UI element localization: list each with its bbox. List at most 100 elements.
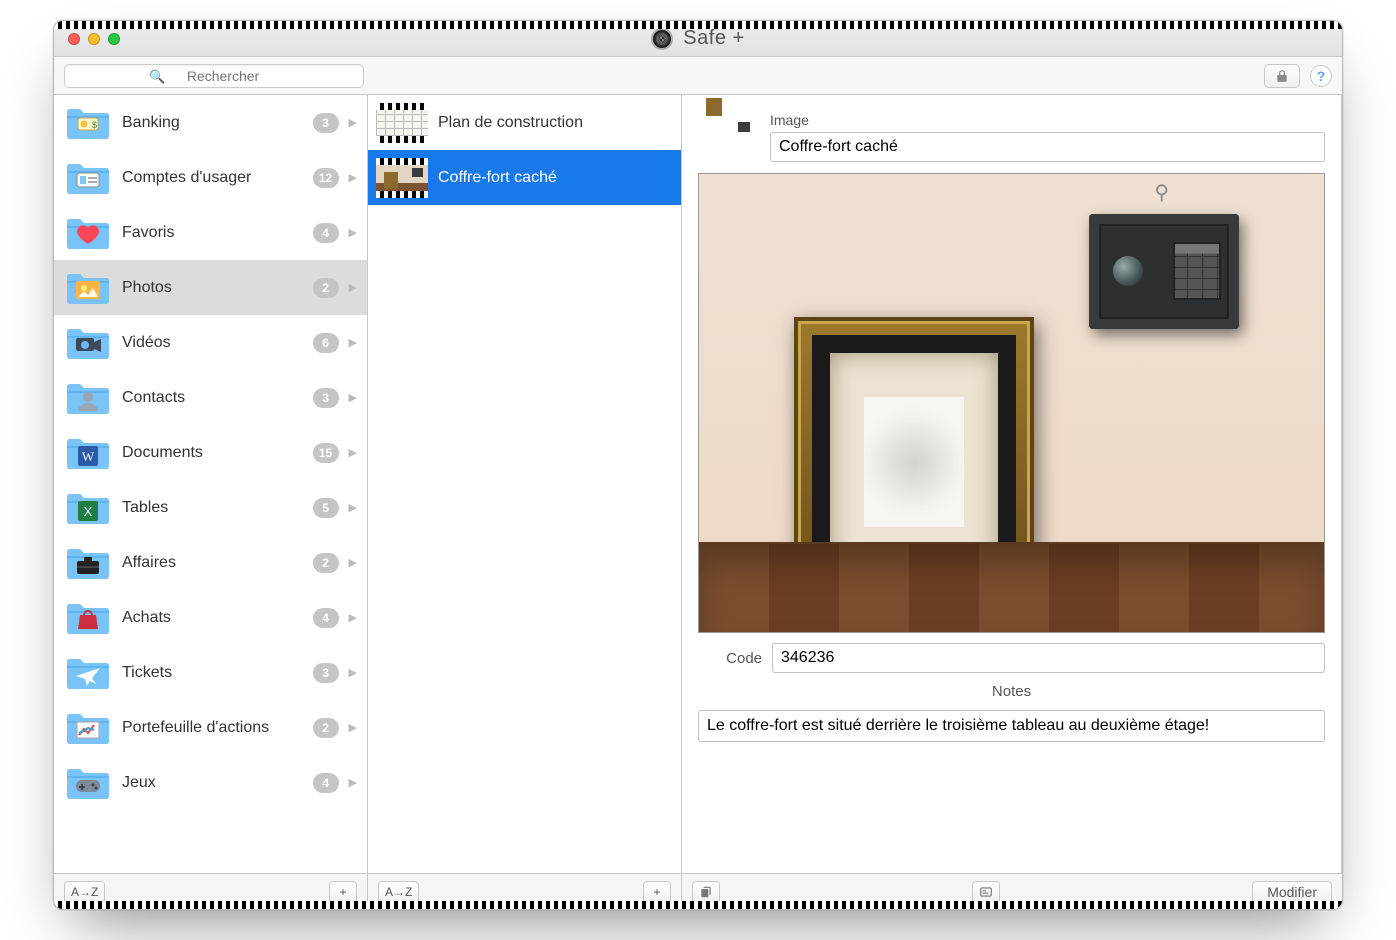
folder-icon (64, 324, 112, 362)
app-icon (651, 28, 673, 50)
chevron-right-icon: ▶ (349, 226, 357, 239)
item-label: Plan de construction (438, 114, 583, 132)
folder-icon (64, 654, 112, 692)
category-label: Contacts (122, 389, 303, 407)
type-label: Image (770, 112, 1325, 128)
safe-graphic (1089, 214, 1239, 329)
minimize-window-button[interactable] (88, 33, 100, 45)
notes-input[interactable] (698, 710, 1325, 742)
close-window-button[interactable] (68, 33, 80, 45)
item-plan[interactable]: Plan de construction (368, 95, 681, 150)
item-coffre[interactable]: Coffre-fort caché (368, 150, 681, 205)
category-label: Tables (122, 499, 303, 517)
category-photos[interactable]: Photos 2 ▶ (54, 260, 367, 315)
category-count-badge: 3 (313, 663, 339, 683)
categories-add-button[interactable]: + (329, 881, 357, 903)
category-contacts[interactable]: Contacts 3 ▶ (54, 370, 367, 425)
notes-label: Notes (992, 683, 1031, 700)
category-label: Banking (122, 114, 303, 132)
category-favs[interactable]: Favoris 4 ▶ (54, 205, 367, 260)
window-controls (54, 33, 134, 45)
help-button[interactable]: ? (1310, 65, 1332, 87)
chevron-right-icon: ▶ (349, 116, 357, 129)
category-count-badge: 4 (313, 773, 339, 793)
chevron-right-icon: ▶ (349, 171, 357, 184)
search-input[interactable] (64, 64, 364, 88)
svg-text:$: $ (92, 120, 97, 130)
category-banking[interactable]: $ Banking 3 ▶ (54, 95, 367, 150)
card-view-button[interactable] (972, 881, 1000, 903)
detail-column: Image ⚲ Code (682, 95, 1342, 873)
categories-sort-button[interactable]: A→Z (64, 881, 105, 903)
app-window: Safe + 🔍 ? $ Banking 3 ▶ Comptes d'usage… (53, 20, 1343, 910)
category-count-badge: 2 (313, 553, 339, 573)
category-count-badge: 5 (313, 498, 339, 518)
lock-button[interactable] (1264, 64, 1300, 88)
category-docs[interactable]: W Documents 15 ▶ (54, 425, 367, 480)
code-row: Code (698, 643, 1325, 673)
code-input[interactable] (772, 643, 1325, 673)
category-label: Photos (122, 279, 303, 297)
folder-icon (64, 269, 112, 307)
copy-icon (699, 885, 713, 899)
folder-icon (64, 709, 112, 747)
lock-icon (1275, 69, 1289, 83)
category-label: Documents (122, 444, 303, 462)
categories-column[interactable]: $ Banking 3 ▶ Comptes d'usager 12 ▶ Favo… (54, 95, 368, 873)
folder-icon (64, 764, 112, 802)
folder-icon: $ (64, 104, 112, 142)
category-affaires[interactable]: Affaires 2 ▶ (54, 535, 367, 590)
chevron-right-icon: ▶ (349, 666, 357, 679)
modify-button[interactable]: Modifier (1252, 881, 1332, 903)
chevron-right-icon: ▶ (349, 391, 357, 404)
category-label: Portefeuille d'actions (122, 719, 303, 737)
category-count-badge: 4 (313, 608, 339, 628)
category-accounts[interactable]: Comptes d'usager 12 ▶ (54, 150, 367, 205)
items-add-button[interactable]: + (643, 881, 671, 903)
chevron-right-icon: ▶ (349, 721, 357, 734)
item-label: Coffre-fort caché (438, 169, 557, 187)
category-count-badge: 2 (313, 718, 339, 738)
toolbar: 🔍 ? (54, 57, 1342, 95)
category-games[interactable]: Jeux 4 ▶ (54, 755, 367, 810)
notes-label-row: Notes (698, 683, 1325, 700)
category-tickets[interactable]: Tickets 3 ▶ (54, 645, 367, 700)
chevron-right-icon: ▶ (349, 446, 357, 459)
category-label: Favoris (122, 224, 303, 242)
folder-icon (64, 544, 112, 582)
folder-icon (64, 599, 112, 637)
category-label: Tickets (122, 664, 303, 682)
items-column[interactable]: Plan de construction Coffre-fort caché (368, 95, 682, 873)
category-count-badge: 3 (313, 388, 339, 408)
item-thumbnail (376, 103, 428, 143)
category-tables[interactable]: X Tables 5 ▶ (54, 480, 367, 535)
svg-text:W: W (82, 449, 95, 464)
chevron-right-icon: ▶ (349, 611, 357, 624)
category-stocks[interactable]: Portefeuille d'actions 2 ▶ (54, 700, 367, 755)
folder-icon (64, 379, 112, 417)
chevron-right-icon: ▶ (349, 776, 357, 789)
chevron-right-icon: ▶ (349, 556, 357, 569)
category-label: Affaires (122, 554, 303, 572)
category-count-badge: 15 (313, 443, 339, 463)
folder-icon: X (64, 489, 112, 527)
category-label: Vidéos (122, 334, 303, 352)
item-thumbnail (376, 158, 428, 198)
category-achats[interactable]: Achats 4 ▶ (54, 590, 367, 645)
category-label: Achats (122, 609, 303, 627)
app-title: Safe + (683, 27, 744, 50)
maximize-window-button[interactable] (108, 33, 120, 45)
name-input[interactable] (770, 132, 1325, 162)
detail-photo[interactable]: ⚲ (698, 173, 1325, 633)
category-videos[interactable]: Vidéos 6 ▶ (54, 315, 367, 370)
category-count-badge: 4 (313, 223, 339, 243)
svg-text:X: X (84, 504, 93, 519)
category-label: Comptes d'usager (122, 169, 303, 187)
hook-icon: ⚲ (1154, 180, 1169, 205)
category-label: Jeux (122, 774, 303, 792)
category-count-badge: 2 (313, 278, 339, 298)
copy-button[interactable] (692, 881, 720, 903)
category-count-badge: 3 (313, 113, 339, 133)
category-count-badge: 6 (313, 333, 339, 353)
items-sort-button[interactable]: A→Z (378, 881, 419, 903)
